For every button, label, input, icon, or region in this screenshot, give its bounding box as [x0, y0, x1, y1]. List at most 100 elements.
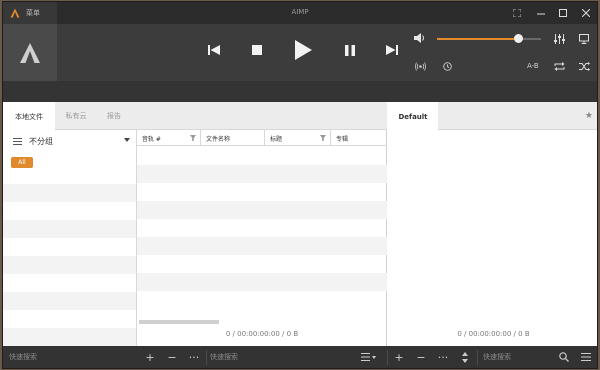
close-icon: [582, 9, 590, 17]
volume-slider[interactable]: [437, 34, 541, 43]
divider: [387, 350, 388, 365]
hamburger-icon: [581, 353, 591, 361]
display-button[interactable]: [577, 32, 591, 46]
next-icon: [386, 45, 398, 55]
column-header-label: 专辑: [336, 135, 349, 143]
tab-local-files[interactable]: 本地文件: [3, 102, 55, 131]
maximize-button[interactable]: [552, 5, 574, 21]
track-table: 音轨 # 文件名称 标题 专辑: [137, 130, 387, 346]
ab-repeat-button[interactable]: A-B: [527, 62, 539, 70]
list-row-stripe: [3, 256, 136, 274]
column-header-label: 音轨 #: [142, 135, 161, 143]
filter-all-badge[interactable]: All: [11, 157, 33, 168]
pause-icon: [345, 44, 355, 56]
tab-private-cloud[interactable]: 私有云: [55, 102, 97, 130]
horizontal-scrollbar[interactable]: [139, 320, 219, 324]
timer-button[interactable]: [440, 60, 454, 72]
column-header-label: 标题: [270, 135, 283, 143]
playlist-add-button[interactable]: +: [391, 346, 407, 368]
quick-search-input-groups[interactable]: 快速搜索: [9, 346, 135, 368]
prev-icon: [208, 45, 220, 55]
mute-button[interactable]: [413, 32, 427, 44]
column-header-filename[interactable]: 文件名称: [201, 130, 265, 146]
divider: [477, 350, 478, 365]
minus-icon: −: [416, 350, 426, 364]
player-panel: A-B: [3, 24, 597, 81]
table-row-stripe: [137, 165, 387, 183]
table-row-stripe: [137, 201, 387, 219]
title-bar: 菜单 AIMP: [3, 2, 597, 24]
repeat-button[interactable]: [552, 60, 566, 72]
filter-icon: [190, 135, 196, 141]
minus-icon: −: [167, 350, 177, 364]
table-row-stripe: [137, 273, 387, 291]
menu-label: 菜单: [26, 9, 40, 17]
close-button[interactable]: [575, 5, 597, 21]
seek-bar[interactable]: [3, 81, 597, 102]
play-button[interactable]: [291, 38, 315, 62]
shuffle-button[interactable]: [577, 60, 591, 72]
search-icon: [559, 352, 569, 362]
column-header-album[interactable]: 专辑: [331, 130, 387, 146]
album-cover: [3, 24, 57, 81]
track-table-header: 音轨 # 文件名称 标题 专辑: [137, 130, 387, 146]
view-menu-button[interactable]: [356, 346, 382, 368]
main-menu-button[interactable]: 菜单: [3, 2, 57, 24]
music-library-panel: 本地文件 私有云 报告 不分组 All 音轨 # 文件名称 标题 专辑 0 / …: [3, 102, 387, 346]
playlist-status: 0 / 00:00:00:00 / 0 B: [457, 330, 530, 338]
volume-fill: [437, 38, 519, 40]
aimp-logo-icon: [10, 8, 20, 18]
playlist-tabs: Default ★: [388, 102, 597, 131]
fullscreen-button[interactable]: [506, 5, 528, 21]
column-header-track[interactable]: 音轨 #: [137, 130, 201, 146]
next-button[interactable]: [383, 42, 401, 58]
column-header-title[interactable]: 标题: [265, 130, 331, 146]
more-icon: ···: [437, 350, 449, 364]
stop-button[interactable]: [248, 42, 266, 58]
minimize-icon: [537, 13, 545, 15]
repeat-icon: [554, 61, 564, 71]
maximize-icon: [559, 9, 567, 17]
sort-button[interactable]: [458, 346, 472, 368]
volume-knob[interactable]: [513, 34, 523, 43]
equalizer-icon: [553, 34, 565, 44]
radio-button[interactable]: [413, 60, 427, 72]
play-icon: [294, 40, 312, 60]
more-icon: ···: [188, 350, 200, 364]
tab-default-playlist[interactable]: Default: [388, 102, 438, 131]
bottom-toolbar: 快速搜索 + − ··· 快速搜索 + − ··· 快速搜索: [3, 346, 597, 368]
stop-icon: [252, 45, 262, 55]
tab-reports[interactable]: 报告: [97, 102, 131, 130]
column-header-label: 文件名称: [206, 135, 231, 143]
radio-icon: [414, 61, 426, 71]
shuffle-icon: [578, 61, 590, 71]
list-row-stripe: [3, 328, 136, 346]
plus-icon: +: [145, 350, 155, 364]
grouping-panel: 不分组 All: [3, 130, 137, 346]
playlist-more-button[interactable]: ···: [435, 346, 451, 368]
library-tabs: 本地文件 私有云 报告: [3, 102, 387, 131]
minimize-button[interactable]: [530, 5, 552, 21]
aimp-window: 菜单 AIMP A-B 本地文件 私有云 报告 不分组 All 音轨 # 文件名…: [2, 1, 598, 369]
pause-button[interactable]: [341, 42, 359, 58]
star-icon[interactable]: ★: [585, 111, 593, 121]
add-button[interactable]: +: [142, 346, 158, 368]
playlist-panel: Default ★ 0 / 00:00:00:00 / 0 B: [388, 102, 597, 346]
screen-icon: [579, 34, 589, 44]
more-button[interactable]: ···: [186, 346, 202, 368]
quick-search-input-playlist[interactable]: 快速搜索: [483, 346, 553, 368]
list-menu-icon: [361, 353, 376, 361]
equalizer-button[interactable]: [552, 32, 566, 46]
playlist-remove-button[interactable]: −: [413, 346, 429, 368]
library-status: 0 / 00:00:00:00 / 0 B: [225, 330, 299, 338]
plus-icon: +: [394, 350, 404, 364]
grouping-selector[interactable]: 不分组: [3, 130, 136, 152]
remove-button[interactable]: −: [164, 346, 180, 368]
search-button[interactable]: [556, 346, 572, 368]
playlist-menu-button[interactable]: [578, 346, 594, 368]
list-row-stripe: [3, 292, 136, 310]
main-area: 本地文件 私有云 报告 不分组 All 音轨 # 文件名称 标题 专辑 0 / …: [3, 102, 597, 346]
menu-icon: [13, 137, 22, 145]
quick-search-input-library[interactable]: 快速搜索: [210, 346, 350, 368]
previous-button[interactable]: [205, 42, 223, 58]
